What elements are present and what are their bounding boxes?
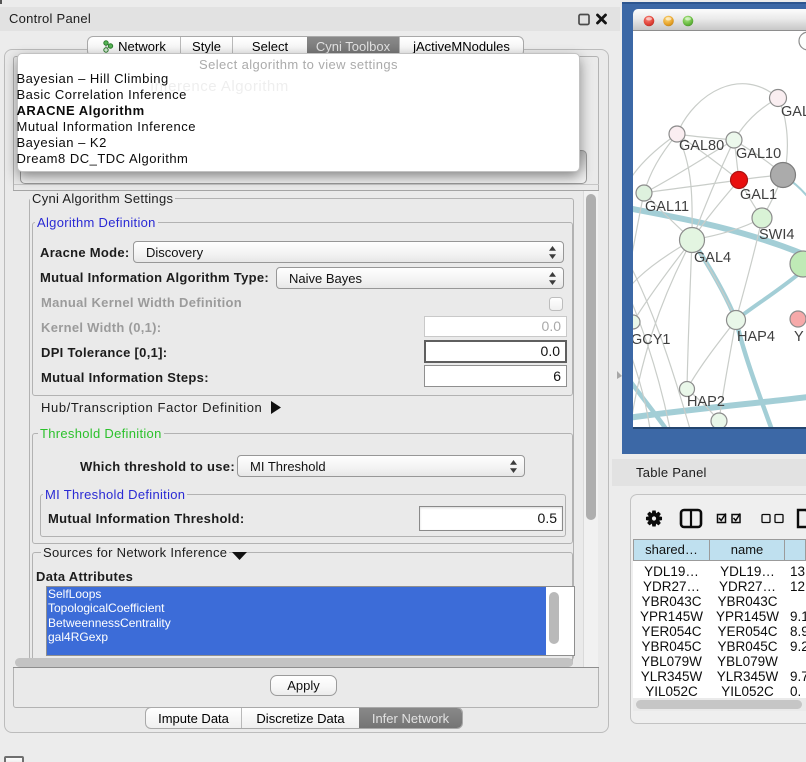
svg-text:SWI4: SWI4	[759, 227, 794, 243]
svg-text:HAP2: HAP2	[687, 394, 725, 410]
svg-text:GAL10: GAL10	[736, 146, 781, 162]
svg-text:Y: Y	[794, 329, 804, 345]
svg-text:GAL: GAL	[781, 104, 806, 120]
svg-text:GAL4: GAL4	[694, 250, 731, 266]
svg-text:GAL1: GAL1	[740, 187, 777, 203]
svg-text:GAL11: GAL11	[645, 199, 689, 215]
svg-text:HAP4: HAP4	[737, 329, 775, 345]
svg-text:GCY1: GCY1	[633, 332, 671, 348]
svg-text:GAL80: GAL80	[679, 138, 724, 154]
